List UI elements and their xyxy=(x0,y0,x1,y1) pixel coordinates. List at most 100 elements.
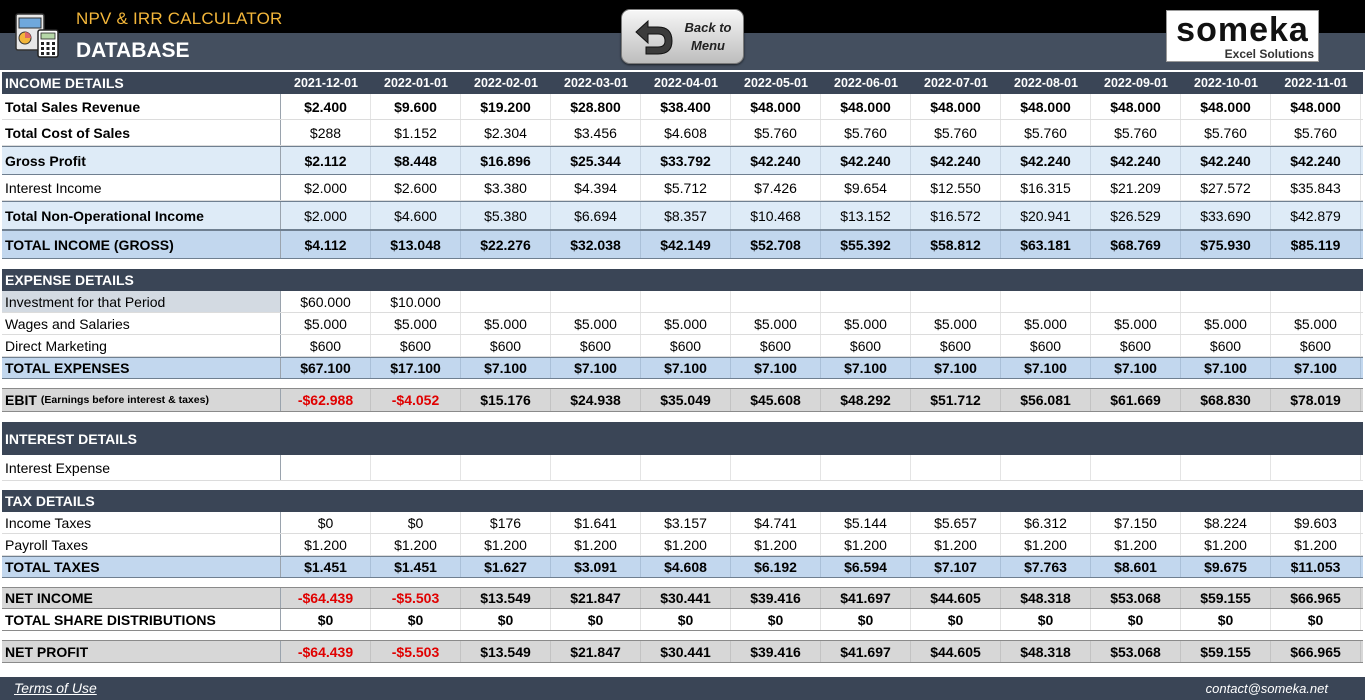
value-cell[interactable]: $9.603 xyxy=(1271,512,1361,533)
value-cell[interactable]: $600 xyxy=(281,335,371,356)
value-cell[interactable]: $7.763 xyxy=(1001,557,1091,577)
value-cell[interactable]: $42.240 xyxy=(911,147,1001,174)
value-cell[interactable]: $0 xyxy=(281,512,371,533)
value-cell[interactable]: $288 xyxy=(281,120,371,145)
row-label[interactable]: TAX DETAILS xyxy=(2,490,281,512)
value-cell[interactable] xyxy=(371,455,461,480)
value-cell[interactable]: $1.200 xyxy=(1271,534,1361,555)
value-cell[interactable]: $13.048 xyxy=(371,231,461,258)
value-cell[interactable]: $7.100 xyxy=(1271,358,1361,378)
value-cell[interactable]: $42.240 xyxy=(821,147,911,174)
value-cell[interactable]: -$5.503 xyxy=(371,588,461,608)
value-cell[interactable]: $42.240 xyxy=(1001,147,1091,174)
value-cell[interactable]: $7.100 xyxy=(731,358,821,378)
value-cell[interactable]: $44.605 xyxy=(911,588,1001,608)
value-cell[interactable]: $48.000 xyxy=(1271,94,1361,119)
value-cell[interactable]: $5.760 xyxy=(1181,120,1271,145)
value-cell[interactable]: $42.240 xyxy=(731,147,821,174)
value-cell[interactable]: $42.240 xyxy=(1271,147,1361,174)
value-cell[interactable]: $8.601 xyxy=(1091,557,1181,577)
value-cell[interactable]: $12.550 xyxy=(911,175,1001,200)
value-cell[interactable]: $600 xyxy=(1091,335,1181,356)
value-cell[interactable]: $41.697 xyxy=(821,588,911,608)
value-cell[interactable]: $7.426 xyxy=(731,175,821,200)
value-cell[interactable]: $53.068 xyxy=(1091,588,1181,608)
value-cell[interactable]: $7.100 xyxy=(461,358,551,378)
value-cell[interactable]: $68.830 xyxy=(1181,389,1271,411)
value-cell[interactable]: $0 xyxy=(371,609,461,630)
value-cell[interactable]: $600 xyxy=(461,335,551,356)
row-label[interactable]: INTEREST DETAILS xyxy=(2,422,281,455)
value-cell[interactable]: $5.000 xyxy=(1181,313,1271,334)
value-cell[interactable]: $1.200 xyxy=(911,534,1001,555)
value-cell[interactable]: $5.000 xyxy=(1091,313,1181,334)
value-cell[interactable]: $0 xyxy=(1181,609,1271,630)
value-cell[interactable]: $59.155 xyxy=(1181,588,1271,608)
value-cell[interactable]: $68.769 xyxy=(1091,231,1181,258)
date-header-cell[interactable] xyxy=(1181,269,1271,291)
value-cell[interactable]: $39.416 xyxy=(731,641,821,662)
value-cell[interactable]: $16.315 xyxy=(1001,175,1091,200)
row-label[interactable]: Total Non-Operational Income xyxy=(2,202,281,229)
date-header-cell[interactable] xyxy=(1091,490,1181,512)
value-cell[interactable]: $3.380 xyxy=(461,175,551,200)
date-header-cell[interactable] xyxy=(551,269,641,291)
value-cell[interactable]: $11.053 xyxy=(1271,557,1361,577)
value-cell[interactable]: $1.627 xyxy=(461,557,551,577)
value-cell[interactable]: -$62.988 xyxy=(281,389,371,411)
value-cell[interactable]: $6.594 xyxy=(821,557,911,577)
value-cell[interactable]: $1.200 xyxy=(731,534,821,555)
value-cell[interactable]: $5.000 xyxy=(371,313,461,334)
value-cell[interactable]: $48.000 xyxy=(911,94,1001,119)
date-header-cell[interactable]: 2022-02-01 xyxy=(461,72,551,94)
value-cell[interactable]: $5.000 xyxy=(1001,313,1091,334)
row-label[interactable]: Total Sales Revenue xyxy=(2,94,281,119)
value-cell[interactable]: $600 xyxy=(821,335,911,356)
value-cell[interactable]: $4.394 xyxy=(551,175,641,200)
value-cell[interactable]: $16.896 xyxy=(461,147,551,174)
value-cell[interactable]: $600 xyxy=(1181,335,1271,356)
value-cell[interactable]: $5.760 xyxy=(1271,120,1361,145)
row-label[interactable]: TOTAL INCOME (GROSS) xyxy=(2,231,281,258)
back-to-menu-button[interactable]: Back to Menu xyxy=(621,9,744,64)
value-cell[interactable]: $16.572 xyxy=(911,202,1001,229)
value-cell[interactable]: $75.930 xyxy=(1181,231,1271,258)
value-cell[interactable]: $13.152 xyxy=(821,202,911,229)
value-cell[interactable]: $1.200 xyxy=(1091,534,1181,555)
value-cell[interactable]: $42.149 xyxy=(641,231,731,258)
value-cell[interactable]: $35.049 xyxy=(641,389,731,411)
value-cell[interactable]: $600 xyxy=(371,335,461,356)
value-cell[interactable] xyxy=(551,291,641,312)
value-cell[interactable] xyxy=(641,291,731,312)
value-cell[interactable]: $5.000 xyxy=(641,313,731,334)
value-cell[interactable]: $600 xyxy=(1001,335,1091,356)
value-cell[interactable]: $58.812 xyxy=(911,231,1001,258)
date-header-cell[interactable] xyxy=(821,422,911,455)
value-cell[interactable] xyxy=(1091,291,1181,312)
value-cell[interactable]: $39.416 xyxy=(731,588,821,608)
date-header-cell[interactable] xyxy=(281,422,371,455)
value-cell[interactable]: $60.000 xyxy=(281,291,371,312)
value-cell[interactable] xyxy=(1181,291,1271,312)
value-cell[interactable]: $48.000 xyxy=(1181,94,1271,119)
value-cell[interactable]: $7.100 xyxy=(911,358,1001,378)
date-header-cell[interactable] xyxy=(731,490,821,512)
value-cell[interactable]: $7.107 xyxy=(911,557,1001,577)
row-label[interactable]: INCOME DETAILS xyxy=(2,72,281,94)
date-header-cell[interactable]: 2022-03-01 xyxy=(551,72,641,94)
value-cell[interactable]: $21.209 xyxy=(1091,175,1181,200)
value-cell[interactable]: $53.068 xyxy=(1091,641,1181,662)
date-header-cell[interactable] xyxy=(371,490,461,512)
value-cell[interactable]: $21.847 xyxy=(551,641,641,662)
row-label[interactable]: NET INCOME xyxy=(2,588,281,608)
value-cell[interactable]: $5.144 xyxy=(821,512,911,533)
date-header-cell[interactable] xyxy=(1091,269,1181,291)
value-cell[interactable]: $7.100 xyxy=(821,358,911,378)
value-cell[interactable] xyxy=(821,291,911,312)
value-cell[interactable]: $9.600 xyxy=(371,94,461,119)
value-cell[interactable]: $1.200 xyxy=(641,534,731,555)
date-header-cell[interactable] xyxy=(731,269,821,291)
date-header-cell[interactable] xyxy=(731,422,821,455)
row-label[interactable]: TOTAL EXPENSES xyxy=(2,358,281,378)
date-header-cell[interactable]: 2022-10-01 xyxy=(1181,72,1271,94)
